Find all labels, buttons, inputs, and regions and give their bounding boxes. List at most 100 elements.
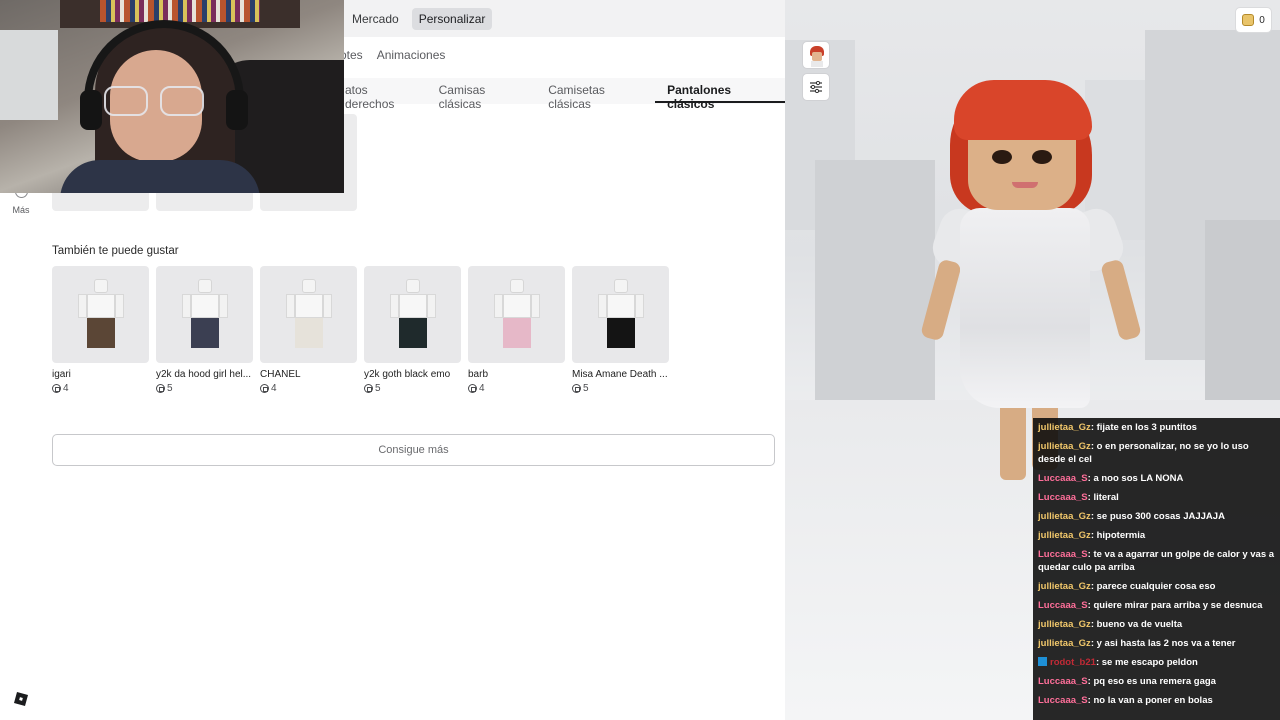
chat-message: Luccaaa_S: te va a agarrar un golpe de c… [1038, 548, 1275, 574]
recommended-item[interactable]: y2k da hood girl hel... 5 [156, 266, 253, 394]
chat-message: jullietaa_Gz: y asi hasta las 2 nos va a… [1038, 637, 1275, 650]
chat-username: Luccaaa_S [1038, 695, 1088, 706]
chat-message: Luccaaa_S: a noo sos LA NONA [1038, 472, 1275, 485]
item-thumbnail [468, 266, 565, 363]
chat-message: rodot_b21: se me escapo peldon [1038, 656, 1275, 669]
item-name: CHANEL [260, 369, 301, 380]
chat-message: jullietaa_Gz: fijate en los 3 puntitos [1038, 421, 1275, 434]
item-thumbnail [156, 266, 253, 363]
avatar-outfit-figure [285, 279, 332, 351]
chat-badge-icon [1038, 657, 1047, 666]
recommendations-title: También te puede gustar [52, 245, 179, 257]
chat-text: : literal [1087, 492, 1119, 503]
chat-message: jullietaa_Gz: se puso 300 cosas JAJJAJA [1038, 510, 1275, 523]
recommended-item[interactable]: y2k goth black emo 5 [364, 266, 461, 394]
recommended-item[interactable]: igari 4 [52, 266, 149, 394]
chat-username: jullietaa_Gz [1038, 581, 1091, 592]
chat-text: : hipotermia [1090, 530, 1146, 541]
sliders-icon [810, 81, 822, 93]
chat-username: Luccaaa_S [1038, 549, 1088, 560]
robux-icon [52, 384, 61, 393]
tab-conjuntos-derechos[interactable]: atos derechos [333, 83, 427, 111]
chat-message: jullietaa_Gz: bueno va de vuelta [1038, 618, 1275, 631]
stream-chat: jullietaa_Gz: fijate en los 3 puntitos ju… [1033, 418, 1280, 720]
chat-username: jullietaa_Gz [1038, 422, 1091, 433]
robux-icon [364, 384, 373, 393]
chat-text: : no la van a poner en bolas [1087, 695, 1213, 706]
item-thumbnail [572, 266, 669, 363]
item-price: 4 [468, 383, 565, 394]
item-name: y2k goth black emo [364, 369, 451, 380]
more-label: Más [12, 205, 30, 215]
chat-text: : se me escapo peldon [1095, 657, 1198, 668]
recommended-item[interactable]: CHANEL 4 [260, 266, 357, 394]
chat-username: rodot_b21 [1050, 657, 1096, 668]
recommended-item[interactable]: barb 4 [468, 266, 565, 394]
robux-icon [468, 384, 477, 393]
tab-camisetas-clasicas[interactable]: Camisetas clásicas [536, 83, 655, 111]
item-thumbnail [260, 266, 357, 363]
chat-text: : parece cualquier cosa eso [1090, 581, 1216, 592]
tab-personalizar[interactable]: Personalizar [411, 8, 493, 30]
item-name: barb [468, 369, 489, 380]
roblox-logo-icon[interactable] [14, 692, 28, 706]
sub-nav: motes Animaciones [330, 48, 445, 62]
robux-icon [260, 384, 269, 393]
chat-text: : y asi hasta las 2 nos va a tener [1090, 638, 1236, 649]
sub-tab-animaciones[interactable]: Animaciones [377, 48, 446, 62]
chat-message: Luccaaa_S: literal [1038, 491, 1275, 504]
avatar-outfit-figure [597, 279, 644, 351]
chat-message: jullietaa_Gz: parece cualquier cosa eso [1038, 580, 1275, 593]
item-thumbnail [52, 266, 149, 363]
chat-text: : quiere mirar para arriba y se desnuca [1087, 600, 1263, 611]
avatar-headshot-button[interactable] [802, 41, 830, 69]
chat-username: jullietaa_Gz [1038, 638, 1091, 649]
chat-text: : a noo sos LA NONA [1087, 473, 1184, 484]
chat-message: Luccaaa_S: quiere mirar para arriba y se… [1038, 599, 1275, 612]
settings-sliders-button[interactable] [802, 73, 830, 101]
item-price: 4 [260, 383, 357, 394]
item-name: igari [52, 369, 71, 380]
item-price: 5 [572, 383, 669, 394]
avatar-outfit-figure [77, 279, 124, 351]
item-name: Misa Amane Death ... [572, 369, 668, 380]
avatar-outfit-figure [181, 279, 228, 351]
robux-coin-icon [1242, 14, 1255, 26]
robux-icon [156, 384, 165, 393]
avatar-outfit-figure [493, 279, 540, 351]
chat-username: jullietaa_Gz [1038, 441, 1091, 452]
chat-username: jullietaa_Gz [1038, 619, 1091, 630]
robux-balance[interactable]: 0 [1235, 7, 1272, 33]
chat-username: jullietaa_Gz [1038, 530, 1091, 541]
chat-message: jullietaa_Gz: o en personalizar, no se y… [1038, 440, 1275, 466]
get-more-button[interactable]: Consigue más [52, 434, 775, 466]
chat-username: Luccaaa_S [1038, 676, 1088, 687]
category-tabs: atos derechos Camisas clásicas Camisetas… [333, 83, 786, 111]
webcam-overlay [0, 0, 344, 193]
chat-text: : pq eso es una remera gaga [1087, 676, 1216, 687]
tab-camisas-clasicas[interactable]: Camisas clásicas [427, 83, 537, 111]
top-nav-tabs: Mercado Personalizar [345, 8, 493, 30]
chat-text: : se puso 300 cosas JAJJAJA [1090, 511, 1225, 522]
recommendations-list: igari 4 y2k da hood girl hel... 5 CHANEL… [52, 266, 669, 394]
robux-icon [572, 384, 581, 393]
item-price: 5 [156, 383, 253, 394]
chat-message: Luccaaa_S: no la van a poner en bolas [1038, 694, 1275, 707]
chat-message: Luccaaa_S: pq eso es una remera gaga [1038, 675, 1275, 688]
item-price: 5 [364, 383, 461, 394]
robux-balance-value: 0 [1259, 14, 1265, 26]
tab-mercado[interactable]: Mercado [345, 8, 406, 30]
headset [84, 20, 244, 120]
chat-text: : fijate en los 3 puntitos [1090, 422, 1197, 433]
item-name: y2k da hood girl hel... [156, 369, 252, 380]
chat-username: Luccaaa_S [1038, 473, 1088, 484]
chat-message: jullietaa_Gz: hipotermia [1038, 529, 1275, 542]
item-thumbnail [364, 266, 461, 363]
chat-username: Luccaaa_S [1038, 600, 1088, 611]
chat-text: : bueno va de vuelta [1090, 619, 1183, 630]
chat-username: jullietaa_Gz [1038, 511, 1091, 522]
recommended-item[interactable]: Misa Amane Death ... 5 [572, 266, 669, 394]
tab-pantalones-clasicos[interactable]: Pantalones clásicos [655, 83, 786, 111]
item-price: 4 [52, 383, 149, 394]
avatar-outfit-figure [389, 279, 436, 351]
